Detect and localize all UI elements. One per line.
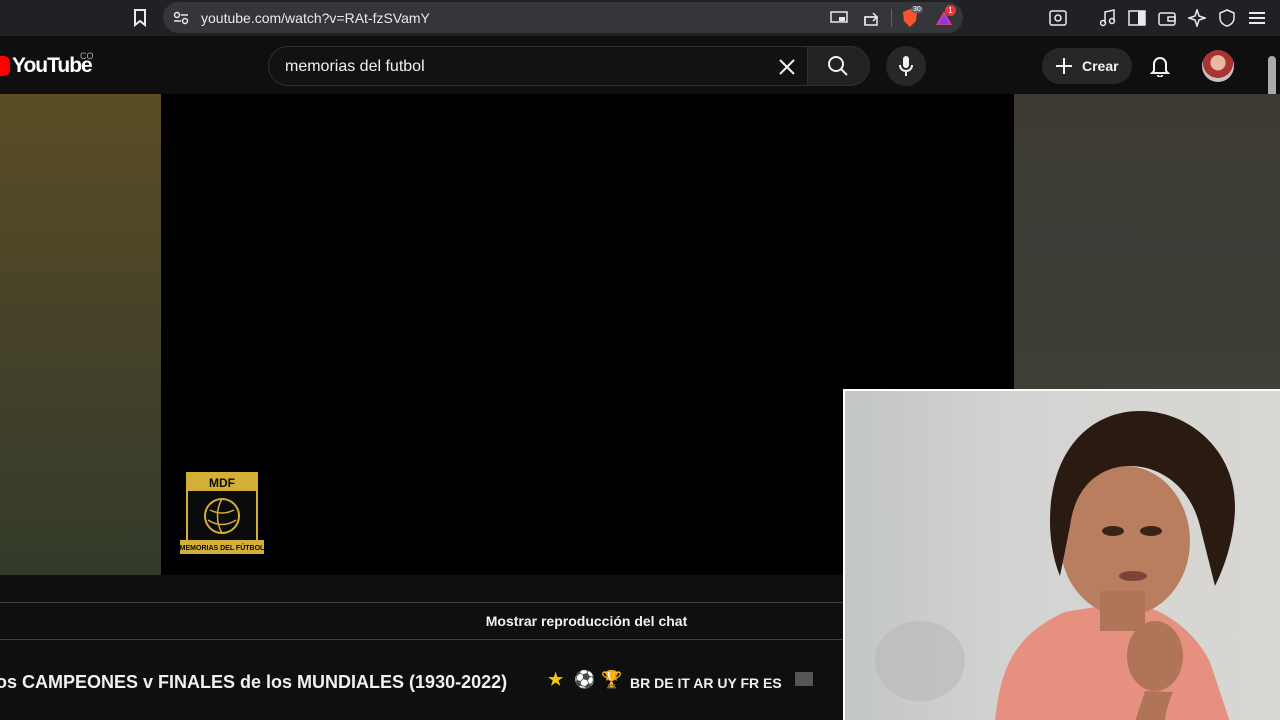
address-bar[interactable]: youtube.com/watch?v=RAt-fzSVamY 30 1 bbox=[163, 2, 963, 33]
create-label: Crear bbox=[1082, 58, 1119, 74]
video-title-text: os CAMPEONES v FINALES de los MUNDIALES … bbox=[0, 672, 508, 692]
star-icon: ★ bbox=[548, 670, 564, 689]
search-query[interactable]: memorias del futbol bbox=[285, 58, 425, 76]
brave-shield-icon[interactable]: 30 bbox=[897, 5, 923, 31]
presenter-image bbox=[875, 411, 1235, 720]
brave-rewards-icon[interactable]: 1 bbox=[931, 5, 957, 31]
video-title: os CAMPEONES v FINALES de los MUNDIALES … bbox=[0, 668, 843, 698]
avatar[interactable] bbox=[1202, 50, 1234, 82]
trophy-icon: 🏆 bbox=[601, 670, 623, 689]
country-codes: BR DE IT AR UY FR ES bbox=[630, 675, 782, 691]
search-input[interactable]: memorias del futbol bbox=[268, 46, 808, 86]
browser-toolbar: youtube.com/watch?v=RAt-fzSVamY 30 1 bbox=[0, 0, 1280, 36]
mdf-initials: MDF bbox=[209, 476, 235, 490]
mic-icon[interactable] bbox=[894, 54, 918, 78]
ambient-glow-right bbox=[1014, 94, 1280, 390]
youtube-logo-icon[interactable] bbox=[0, 56, 10, 76]
media-icon[interactable] bbox=[1096, 6, 1120, 30]
search-button[interactable] bbox=[808, 46, 870, 86]
country-code: CO bbox=[80, 51, 94, 61]
shield-count: 30 bbox=[911, 6, 923, 13]
search-icon[interactable] bbox=[826, 54, 850, 78]
flag-icon bbox=[795, 672, 813, 686]
soccer-ball-icon: ⚽ bbox=[574, 670, 596, 689]
leo-ai-icon[interactable] bbox=[1185, 6, 1209, 30]
screenshot-icon[interactable] bbox=[1046, 6, 1070, 30]
clear-icon[interactable] bbox=[775, 55, 799, 79]
vpn-icon[interactable] bbox=[1215, 6, 1239, 30]
url-text[interactable]: youtube.com/watch?v=RAt-fzSVamY bbox=[201, 10, 430, 26]
wallet-icon[interactable] bbox=[1155, 6, 1179, 30]
rewards-badge: 1 bbox=[945, 5, 956, 16]
menu-icon[interactable] bbox=[1245, 6, 1269, 30]
create-button[interactable]: Crear bbox=[1042, 48, 1132, 84]
mdf-watermark-logo: MDF MEMORIAS DEL FÚTBOL bbox=[180, 472, 265, 562]
ambient-glow-left bbox=[0, 94, 161, 575]
mdf-name: MEMORIAS DEL FÚTBOL bbox=[180, 543, 264, 552]
bell-icon[interactable] bbox=[1148, 54, 1172, 78]
share-icon[interactable] bbox=[861, 6, 885, 30]
webcam-overlay bbox=[843, 389, 1280, 720]
sidebar-icon[interactable] bbox=[1125, 6, 1149, 30]
bookmark-icon[interactable] bbox=[128, 6, 152, 30]
voice-search-button[interactable] bbox=[886, 46, 926, 86]
site-settings-icon[interactable] bbox=[169, 6, 193, 30]
chat-replay-bar[interactable]: Mostrar reproducción del chat bbox=[0, 602, 843, 640]
cast-icon[interactable] bbox=[827, 6, 851, 30]
plus-icon bbox=[1052, 54, 1076, 78]
